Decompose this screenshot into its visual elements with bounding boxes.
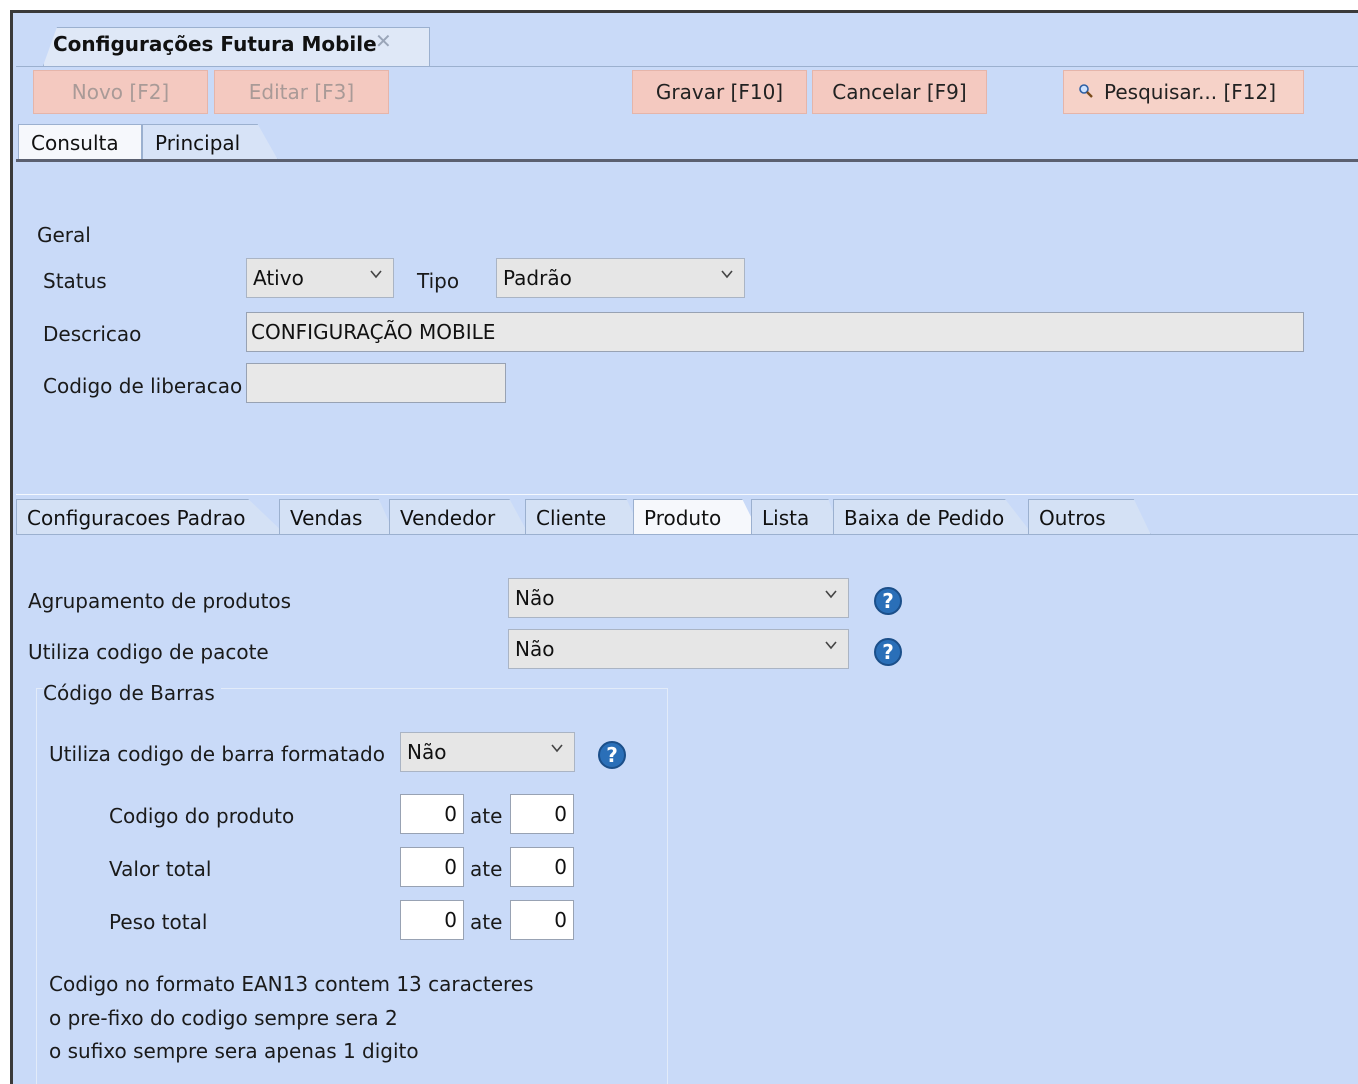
tipo-value: Padrão <box>503 266 572 290</box>
chevron-down-icon <box>721 270 733 279</box>
subtab-vendas[interactable]: Vendas <box>279 499 395 535</box>
tab-principal[interactable]: Principal <box>142 124 278 160</box>
ate-label: ate <box>470 857 503 881</box>
descricao-field[interactable]: CONFIGURAÇÃO MOBILE <box>246 312 1304 352</box>
valor-total-label: Valor total <box>109 857 212 881</box>
status-value: Ativo <box>253 266 304 290</box>
pesquisar-label: Pesquisar... [F12] <box>1104 80 1277 104</box>
chevron-down-icon <box>825 641 837 650</box>
ate-label: ate <box>470 804 503 828</box>
chevron-down-icon <box>551 744 563 753</box>
pacote-select[interactable]: Não <box>508 629 849 669</box>
peso-total-to[interactable]: 0 <box>510 900 574 940</box>
valor-total-from[interactable]: 0 <box>400 847 464 887</box>
gravar-button[interactable]: Gravar [F10] <box>632 70 807 114</box>
subtab-label: Vendedor <box>400 505 496 530</box>
editar-button[interactable]: Editar [F3] <box>214 70 389 114</box>
subtab-outros[interactable]: Outros <box>1028 499 1151 535</box>
codigo-liberacao-field[interactable] <box>246 363 506 403</box>
peso-total-from[interactable]: 0 <box>400 900 464 940</box>
agrupamento-label: Agrupamento de produtos <box>28 589 292 613</box>
barcode-formatado-select[interactable]: Não <box>400 732 575 772</box>
chevron-down-icon <box>825 590 837 599</box>
tab-divider <box>16 159 1358 162</box>
close-icon[interactable]: ✕ <box>375 29 392 53</box>
tab-consulta-label: Consulta <box>31 130 119 155</box>
subtab-divider <box>16 534 1358 535</box>
codigo-produto-from[interactable]: 0 <box>400 794 464 834</box>
barcode-formatado-label: Utiliza codigo de barra formatado <box>49 742 385 766</box>
subtab-configuracoes-padrao[interactable]: Configuracoes Padrao <box>16 499 286 535</box>
pacote-label: Utiliza codigo de pacote <box>28 640 269 664</box>
subtab-lista[interactable]: Lista <box>751 499 841 535</box>
geral-section-title: Geral <box>37 223 91 247</box>
barcode-note: Codigo no formato EAN13 contem 13 caract… <box>49 972 534 996</box>
magnifier-icon <box>1078 80 1104 104</box>
status-select[interactable]: Ativo <box>246 258 394 298</box>
ate-label: ate <box>470 910 503 934</box>
cancelar-button[interactable]: Cancelar [F9] <box>812 70 987 114</box>
subtab-label: Lista <box>762 505 810 530</box>
subtab-label: Cliente <box>536 505 607 530</box>
toolbar: Novo [F2] Editar [F3] Gravar [F10] Cance… <box>16 66 1358 119</box>
descricao-label: Descricao <box>43 322 142 346</box>
novo-button[interactable]: Novo [F2] <box>33 70 208 114</box>
help-icon[interactable]: ? <box>874 587 902 615</box>
barcode-note: o sufixo sempre sera apenas 1 digito <box>49 1039 419 1063</box>
barcode-group-title: Código de Barras <box>43 681 221 705</box>
tab-principal-label: Principal <box>155 130 241 155</box>
subtab-cliente[interactable]: Cliente <box>525 499 643 535</box>
status-label: Status <box>43 269 107 293</box>
pesquisar-button[interactable]: Pesquisar... [F12] <box>1063 70 1304 114</box>
top-tab-strip: Consulta Principal <box>16 120 1358 160</box>
subtab-label: Vendas <box>290 505 363 530</box>
window-tab-title: Configurações Futura Mobile <box>53 32 377 56</box>
barcode-formatado-value: Não <box>407 740 447 764</box>
subtab-label: Outros <box>1039 505 1106 530</box>
codigo-liberacao-label: Codigo de liberacao <box>43 374 243 398</box>
help-icon[interactable]: ? <box>874 638 902 666</box>
tab-consulta[interactable]: Consulta <box>18 124 142 160</box>
help-icon[interactable]: ? <box>598 741 626 769</box>
tipo-select[interactable]: Padrão <box>496 258 745 298</box>
subtab-baixa-de-pedido[interactable]: Baixa de Pedido <box>833 499 1033 535</box>
peso-total-label: Peso total <box>109 910 208 934</box>
section-divider <box>16 494 1358 495</box>
codigo-produto-to[interactable]: 0 <box>510 794 574 834</box>
main-window: Configurações Futura Mobile ✕ Novo [F2] … <box>10 10 1358 1084</box>
subtab-produto[interactable]: Produto <box>633 499 760 535</box>
codigo-produto-label: Codigo do produto <box>109 804 295 828</box>
valor-total-to[interactable]: 0 <box>510 847 574 887</box>
subtab-label: Baixa de Pedido <box>844 505 1005 530</box>
subtab-label: Configuracoes Padrao <box>27 505 246 530</box>
subtab-label: Produto <box>644 505 722 530</box>
subtab-vendedor[interactable]: Vendedor <box>389 499 529 535</box>
barcode-note: o pre-fixo do codigo sempre sera 2 <box>49 1006 398 1030</box>
agrupamento-select[interactable]: Não <box>508 578 849 618</box>
agrupamento-value: Não <box>515 586 555 610</box>
pacote-value: Não <box>515 637 555 661</box>
chevron-down-icon <box>370 270 382 279</box>
tipo-label: Tipo <box>417 269 460 293</box>
